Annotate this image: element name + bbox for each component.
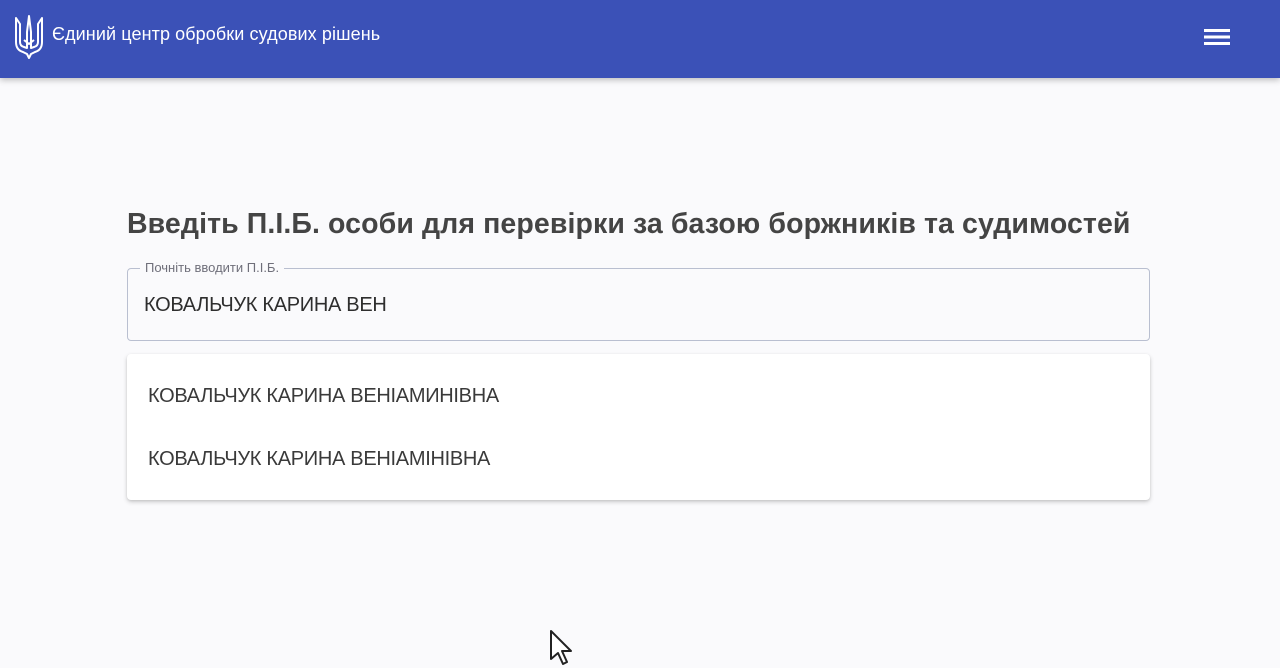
hamburger-menu-icon bbox=[1204, 29, 1230, 45]
search-input[interactable] bbox=[144, 291, 1134, 319]
suggestion-item[interactable]: КОВАЛЬЧУК КАРИНА ВЕНІАМІНІВНА bbox=[127, 428, 1150, 491]
mouse-cursor-icon bbox=[550, 630, 572, 665]
search-field-label: Почніть вводити П.І.Б. bbox=[140, 260, 285, 275]
suggestion-item[interactable]: КОВАЛЬЧУК КАРИНА ВЕНІАМИНІВНА bbox=[127, 365, 1150, 428]
search-field[interactable]: Почніть вводити П.І.Б. bbox=[127, 260, 1150, 341]
suggestions-list: КОВАЛЬЧУК КАРИНА ВЕНІАМИНІВНА КОВАЛЬЧУК … bbox=[127, 354, 1150, 500]
app-bar: Єдиний центр обробки судових рішень bbox=[0, 0, 1280, 78]
menu-button[interactable] bbox=[1198, 20, 1236, 54]
app-title[interactable]: Єдиний центр обробки судових рішень bbox=[52, 24, 380, 45]
page-heading: Введіть П.І.Б. особи для перевірки за ба… bbox=[127, 208, 1131, 240]
trident-icon[interactable] bbox=[13, 14, 45, 60]
